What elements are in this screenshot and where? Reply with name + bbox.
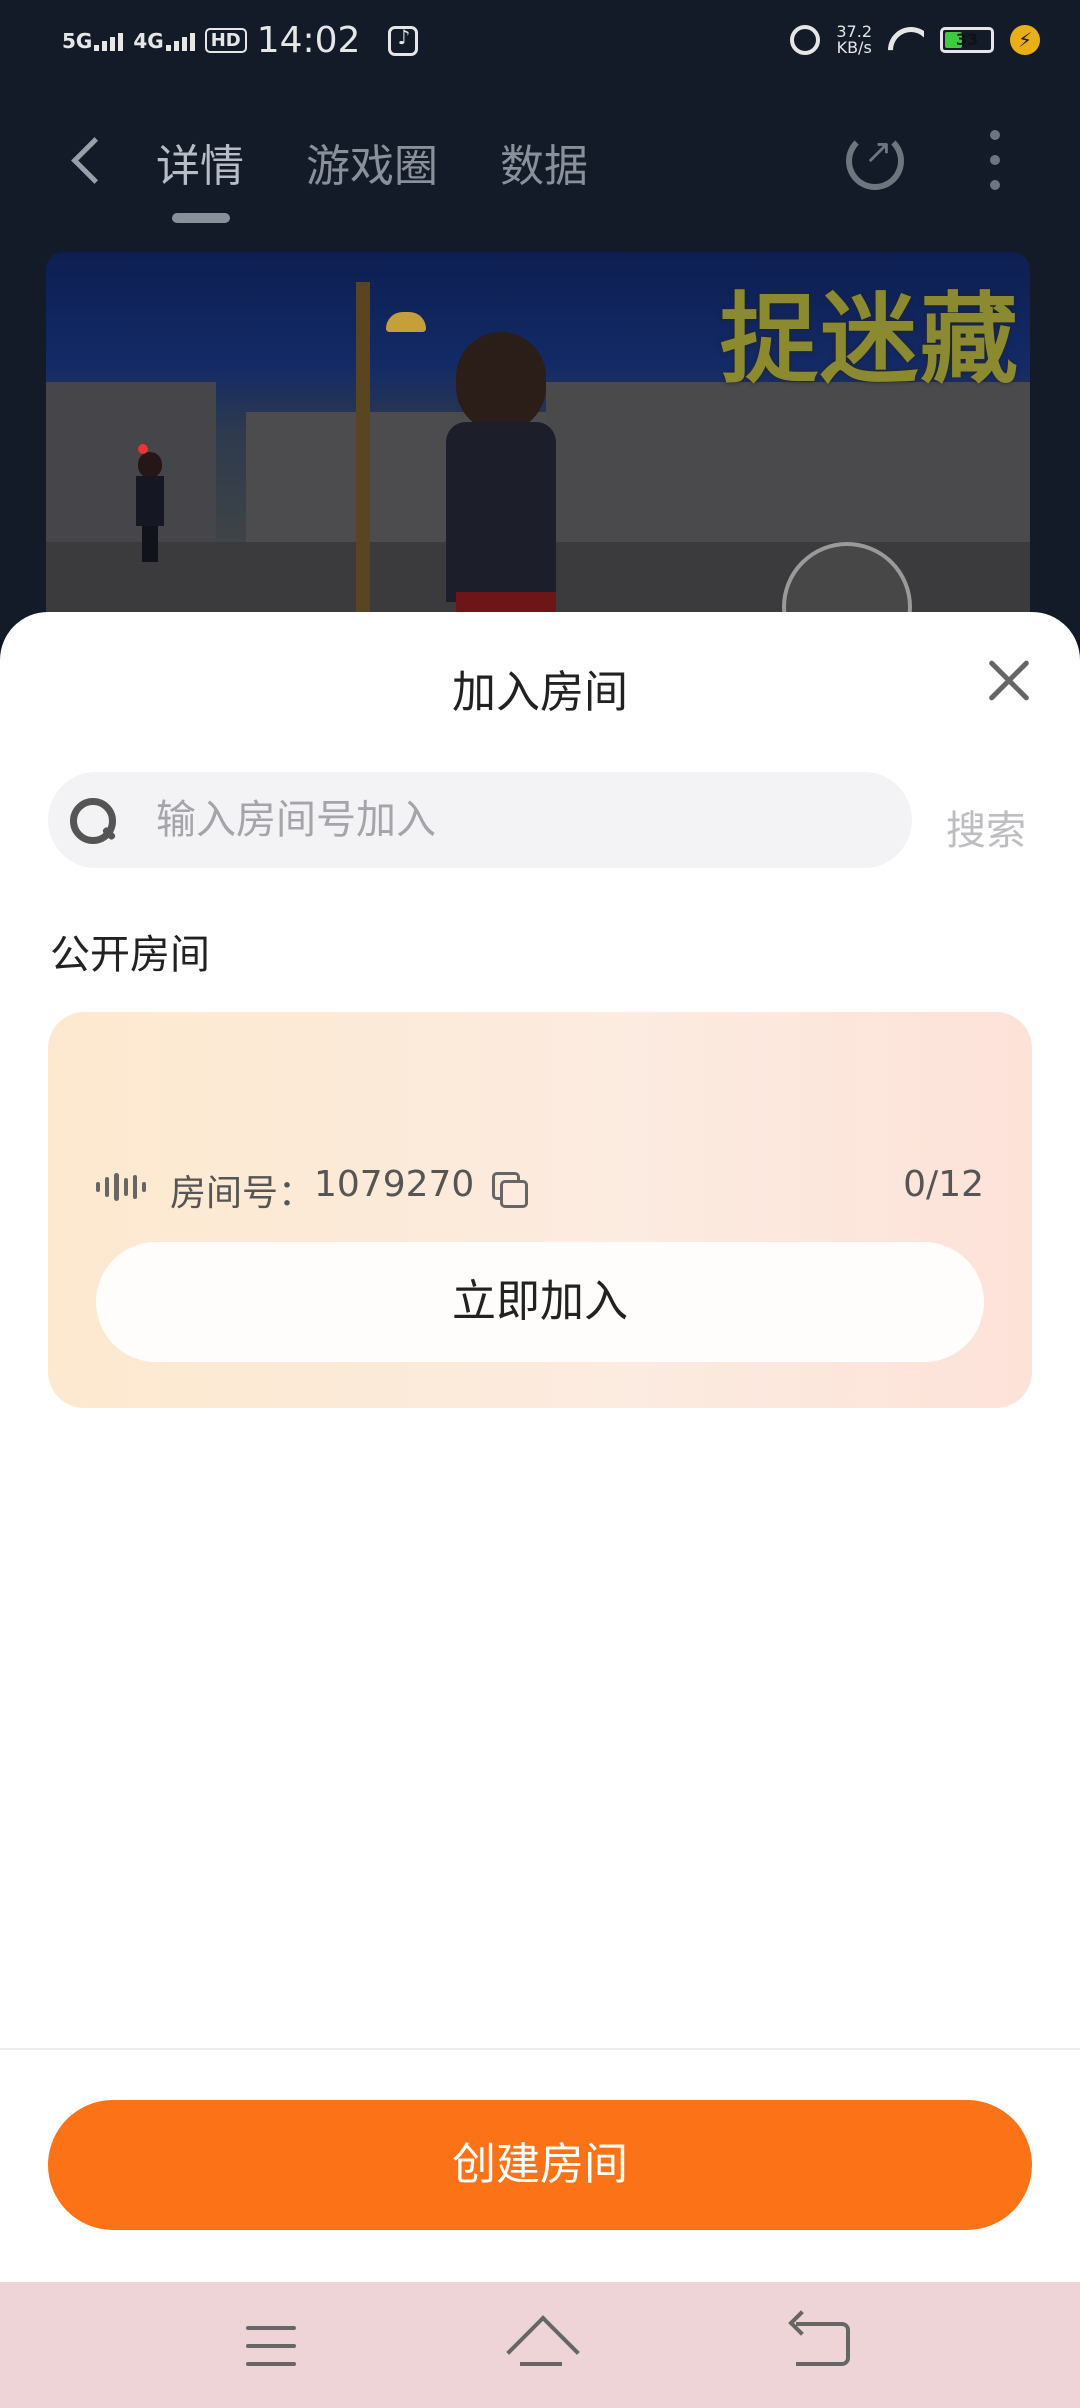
alarm-icon (790, 25, 821, 55)
wifi-icon (888, 27, 924, 53)
join-now-button[interactable]: 立即加入 (96, 1242, 984, 1362)
character-small (132, 452, 168, 562)
search-bar (48, 772, 912, 868)
hd-icon: HD (204, 28, 247, 53)
divider (0, 2048, 1080, 2050)
room-number-label: 房间号： (170, 1173, 315, 1214)
network-speed: 37.2 KB/s (836, 22, 872, 57)
background-page: 5G 4G HD 14:02 37.2 KB/s 33 ⚡ (0, 0, 1080, 652)
tab-data[interactable]: 数据 (500, 130, 588, 194)
signal-5g-icon: 5G (62, 31, 124, 51)
join-room-sheet: 加入房间 搜索 公开房间 房间号： 1079270 0/12 立即加入 创建房间 (0, 612, 1080, 2282)
home-key-icon[interactable] (506, 2318, 576, 2370)
back-icon[interactable] (62, 136, 112, 186)
game-title: 捉迷藏 (719, 283, 1020, 397)
charging-icon: ⚡ (1010, 25, 1040, 55)
tab-game-circle[interactable]: 游戏圈 (306, 130, 438, 194)
top-nav: 详情 游戏圈 数据 (0, 110, 1080, 230)
share-icon[interactable] (846, 132, 904, 190)
status-bar: 5G 4G HD 14:02 37.2 KB/s 33 ⚡ (0, 0, 1080, 86)
room-number: 1079270 (314, 1164, 475, 1205)
music-app-icon (388, 25, 419, 56)
close-icon[interactable] (984, 658, 1030, 704)
more-vertical-icon[interactable] (990, 130, 1002, 190)
tab-indicator (172, 213, 230, 223)
back-key-icon[interactable] (796, 2322, 850, 2366)
room-card: 房间号： 1079270 0/12 立即加入 (48, 1012, 1032, 1408)
tab-details[interactable]: 详情 (156, 130, 244, 194)
game-banner[interactable]: 捉迷藏 (46, 252, 1030, 652)
player-count: 0/12 (903, 1164, 984, 1205)
voice-wave-icon (96, 1172, 147, 1202)
clock: 14:02 (256, 20, 361, 61)
signal-4g-icon: 4G (133, 31, 195, 51)
room-number-input[interactable] (156, 772, 896, 868)
menu-key-icon[interactable] (246, 2326, 296, 2366)
create-room-button[interactable]: 创建房间 (48, 2100, 1032, 2230)
sheet-title: 加入房间 (452, 667, 628, 718)
search-button[interactable]: 搜索 (946, 798, 1026, 856)
section-title: 公开房间 (50, 932, 210, 978)
character-main (426, 332, 576, 652)
battery-icon: 33 (940, 27, 994, 53)
search-icon (68, 796, 118, 846)
system-nav-bar (0, 2282, 1080, 2408)
copy-icon[interactable] (492, 1172, 528, 1208)
